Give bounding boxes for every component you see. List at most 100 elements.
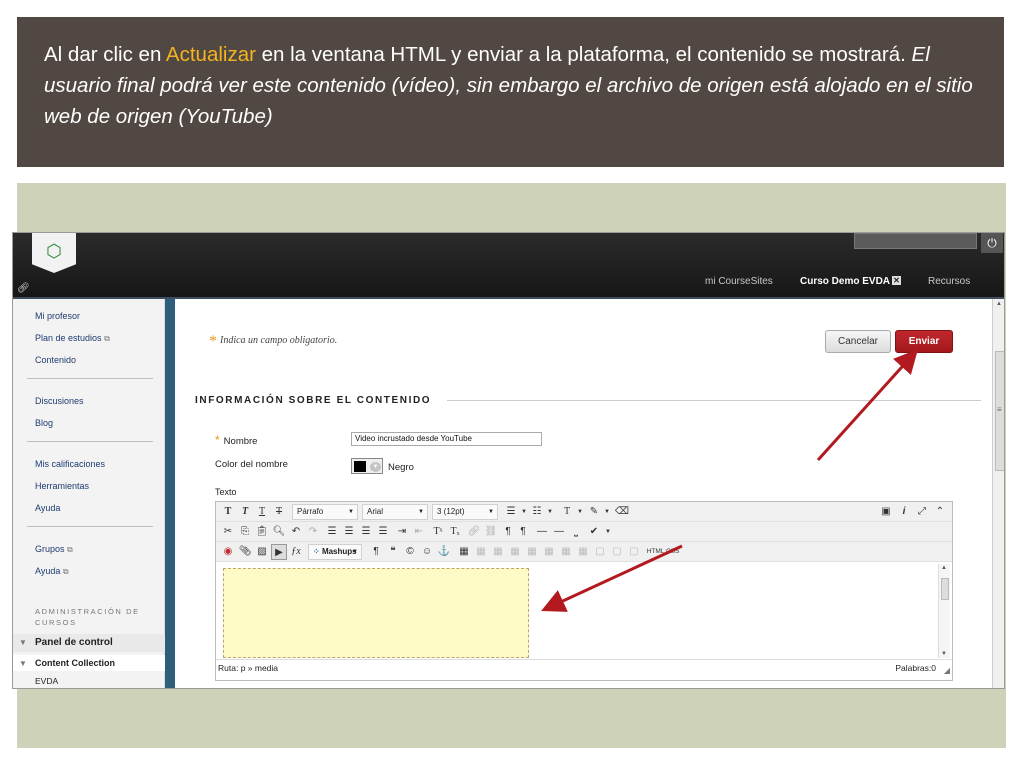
image-icon[interactable]: ▨	[254, 544, 270, 560]
sidebar-item-ayuda[interactable]: Ayuda	[35, 503, 60, 513]
expand-triangle-icon[interactable]: ▼	[19, 659, 27, 668]
sidebar-item-panel-de-control[interactable]: Panel de control	[35, 637, 113, 648]
align-right-icon[interactable]: ☰	[358, 524, 374, 540]
top-search-box[interactable]	[854, 233, 977, 249]
name-field[interactable]: Video incrustado desde YouTube	[351, 432, 542, 446]
color-picker[interactable]: ▼	[351, 458, 383, 474]
delete-column-icon[interactable]: ▢	[592, 544, 608, 560]
collapse-toolbar-icon[interactable]: ⌃	[932, 504, 948, 520]
split-cell-icon[interactable]: ▢	[609, 544, 625, 560]
preview-icon[interactable]: ▣	[878, 504, 894, 520]
chevron-down-icon[interactable]: ▼	[600, 524, 616, 540]
sidebar-item-herramientas[interactable]: Herramientas	[35, 481, 89, 491]
cut-icon[interactable]: ✂	[220, 524, 236, 540]
unlink-icon[interactable]: ⛓	[483, 524, 499, 540]
editor-scrollbar[interactable]: ▲ ▼	[938, 564, 950, 658]
section-title: INFORMACIÓN SOBRE EL CONTENIDO	[195, 395, 432, 406]
undo-icon[interactable]: ↶	[288, 524, 304, 540]
scroll-down-icon[interactable]: ▼	[941, 651, 947, 657]
sidebar-item-grupos[interactable]: Grupos ⧉	[35, 544, 73, 555]
sidebar-item-discusiones[interactable]: Discusiones	[35, 396, 84, 406]
underline-icon[interactable]: T	[254, 504, 270, 520]
table-row-props-icon[interactable]: ▦	[473, 544, 489, 560]
embedded-media-placeholder[interactable]	[223, 568, 529, 658]
table-cell-props-icon[interactable]: ▦	[490, 544, 506, 560]
superscript-icon[interactable]: Tˣ	[430, 524, 446, 540]
chevron-down-icon: ▼	[348, 509, 354, 515]
insert-column-after-icon[interactable]: ▦	[575, 544, 591, 560]
editor-content-area[interactable]	[217, 563, 939, 658]
html-css-button[interactable]: HTML CSS	[646, 544, 680, 560]
nonbreaking-space-icon[interactable]: ⎵	[568, 524, 584, 540]
redo-icon[interactable]: ↷	[305, 524, 321, 540]
sidebar-item-mi-profesor[interactable]: Mi profesor	[35, 311, 80, 321]
chevron-down-icon[interactable]: ▼	[542, 504, 558, 520]
tab-curso-demo-evda[interactable]: Curso Demo EVDA ✕	[800, 276, 902, 287]
paragraph-select[interactable]: Párrafo ▼	[292, 504, 358, 520]
delete-row-icon[interactable]: ▦	[541, 544, 557, 560]
font-size-select[interactable]: 3 (12pt) ▼	[432, 504, 498, 520]
table-icon[interactable]: ▦	[456, 544, 472, 560]
scroll-up-icon[interactable]: ▲	[996, 301, 1002, 307]
fullscreen-icon[interactable]: ⤢	[914, 504, 930, 520]
link-icon[interactable]: 🔗︎	[17, 283, 30, 294]
sidebar-item-blog[interactable]: Blog	[35, 418, 53, 428]
insert-row-after-icon[interactable]: ▦	[524, 544, 540, 560]
align-center-icon[interactable]: ☰	[341, 524, 357, 540]
power-icon[interactable]: ⏻	[981, 233, 1003, 253]
sidebar-item-mis-calificaciones[interactable]: Mis calificaciones	[35, 459, 105, 469]
insert-column-before-icon[interactable]: ▦	[558, 544, 574, 560]
subscript-icon[interactable]: Tₓ	[447, 524, 463, 540]
path-value[interactable]: p » media	[241, 663, 278, 673]
page-scrollbar[interactable]: ▲ ≡	[992, 299, 1004, 688]
sidebar-item-plan-de-estudios[interactable]: Plan de estudios ⧉	[35, 333, 110, 344]
record-icon[interactable]: ◉	[220, 544, 236, 560]
sidebar-item-ayuda-externa[interactable]: Ayuda ⧉	[35, 566, 69, 577]
attachment-icon[interactable]: 📎︎	[237, 544, 253, 560]
cancel-button[interactable]: Cancelar	[825, 330, 891, 353]
sidebar-item-evda[interactable]: EVDA	[35, 676, 58, 686]
coursesites-logo[interactable]: ⬡	[32, 233, 76, 273]
copy-icon[interactable]: ⎘	[237, 524, 253, 540]
info-icon[interactable]: i	[896, 504, 912, 520]
sidebar-item-content-collection[interactable]: Content Collection	[35, 658, 115, 668]
eraser-icon[interactable]: ⌫	[614, 504, 630, 520]
align-left-icon[interactable]: ☰	[324, 524, 340, 540]
horizontal-line-icon[interactable]: —	[551, 524, 567, 540]
scroll-up-icon[interactable]: ▲	[941, 565, 947, 571]
outdent-icon[interactable]: ⇤	[411, 524, 427, 540]
media-icon[interactable]: ▶	[271, 544, 287, 560]
emoticon-icon[interactable]: ☺	[419, 544, 435, 560]
paragraph-mark-icon[interactable]: ¶	[368, 544, 384, 560]
paste-icon[interactable]: 📋︎	[254, 524, 270, 540]
expand-triangle-icon[interactable]: ▼	[19, 638, 27, 647]
editor-scroll-thumb[interactable]	[941, 578, 949, 600]
link-icon[interactable]: 🔗︎	[466, 524, 482, 540]
quote-icon[interactable]: ❝	[385, 544, 401, 560]
close-icon[interactable]: ✕	[892, 276, 902, 285]
horizontal-rule-icon[interactable]: —	[534, 524, 550, 540]
tab-recursos[interactable]: Recursos	[928, 276, 970, 287]
insert-row-before-icon[interactable]: ▦	[507, 544, 523, 560]
rtl-paragraph-icon[interactable]: ¶	[500, 524, 516, 540]
course-sidebar: Mi profesor Plan de estudios ⧉ Contenido…	[13, 299, 165, 688]
submit-button[interactable]: Enviar	[895, 330, 953, 353]
chevron-down-icon[interactable]: ▼	[599, 504, 615, 520]
copyright-icon[interactable]: ©	[402, 544, 418, 560]
italic-icon[interactable]: T	[237, 504, 253, 520]
font-family-select[interactable]: Arial ▼	[362, 504, 428, 520]
required-asterisk-icon: *	[209, 333, 217, 350]
text-format-icon[interactable]: T	[220, 504, 236, 520]
mashups-select[interactable]: ⁘ Mashups ▼	[308, 544, 362, 560]
strikethrough-icon[interactable]: T	[271, 504, 287, 520]
ltr-paragraph-icon[interactable]: ¶	[515, 524, 531, 540]
anchor-icon[interactable]: ⚓	[436, 544, 452, 560]
sidebar-item-contenido[interactable]: Contenido	[35, 355, 76, 365]
justify-icon[interactable]: ☰	[375, 524, 391, 540]
indent-icon[interactable]: ⇥	[394, 524, 410, 540]
tab-mi-coursesites[interactable]: mi CourseSites	[705, 276, 773, 287]
search-icon[interactable]: 🔍︎	[271, 524, 287, 540]
merge-cells-icon[interactable]: ▢	[626, 544, 642, 560]
resize-handle-icon[interactable]: ◢	[944, 666, 950, 675]
formula-icon[interactable]: ƒx	[288, 544, 304, 560]
